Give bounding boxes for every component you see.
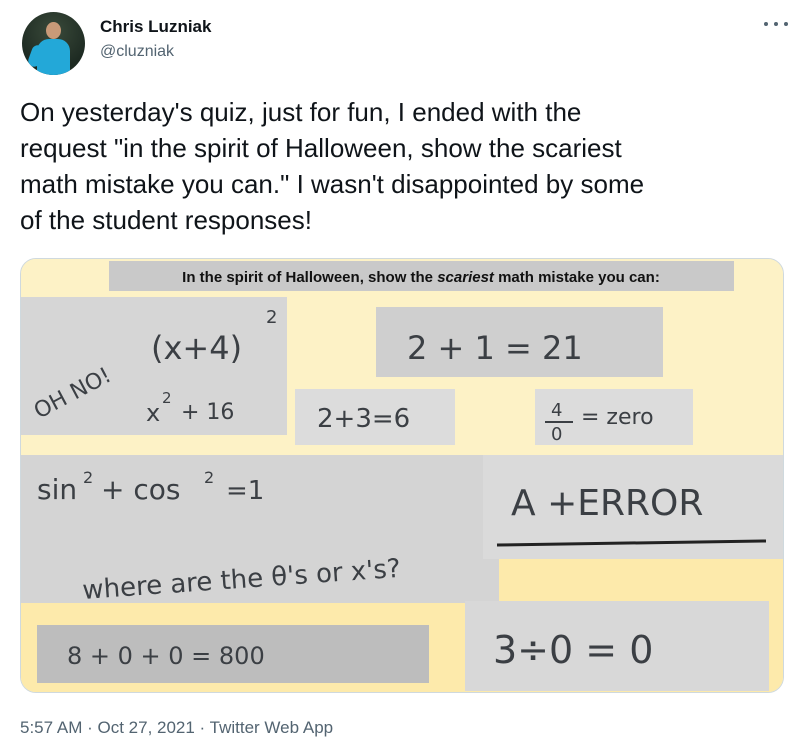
avatar-shirt <box>37 39 70 75</box>
footer-separator: · <box>82 718 98 737</box>
tweet: Chris Luzniak @cluzniak On yesterday's q… <box>0 0 806 754</box>
expansion-exponent: 2 <box>162 389 172 407</box>
two-plus-one-text: 2 + 1 = 21 <box>407 329 583 367</box>
tweet-footer: 5:57 AM · Oct 27, 2021 · Twitter Web App <box>20 718 333 738</box>
trig-cos: + cos <box>101 473 180 506</box>
expansion-base: x <box>146 399 160 427</box>
avatar[interactable] <box>22 12 85 75</box>
fraction-numerator: 4 <box>551 400 562 421</box>
more-dot <box>784 22 788 26</box>
a-error-text: A +ERROR <box>511 483 703 524</box>
trig-sin-exponent: 2 <box>83 468 93 487</box>
footer-separator: · <box>194 718 210 737</box>
trig-sin: sin <box>37 473 77 506</box>
trig-equals: =1 <box>226 476 264 506</box>
two-plus-three-text: 2+3=6 <box>317 404 410 434</box>
tweet-source[interactable]: Twitter Web App <box>210 718 333 737</box>
tweet-header: Chris Luzniak @cluzniak <box>20 8 790 76</box>
expansion-rest: + 16 <box>181 400 234 425</box>
zero-text: = zero <box>581 405 654 430</box>
binomial-text: (x+4) <box>151 329 242 367</box>
more-dot <box>764 22 768 26</box>
three-div-zero-text: 3÷0 = 0 <box>493 628 653 672</box>
trig-cos-exponent: 2 <box>204 468 214 487</box>
more-dot <box>774 22 778 26</box>
author-name[interactable]: Chris Luzniak <box>100 17 211 37</box>
binomial-exponent: 2 <box>266 307 277 328</box>
avatar-head <box>46 22 61 39</box>
prompt-text: In the spirit of Halloween, show the sca… <box>182 269 660 286</box>
tweet-time[interactable]: 5:57 AM <box>20 718 82 737</box>
eight-hundred-text: 8 + 0 + 0 = 800 <box>67 642 265 670</box>
tweet-image[interactable]: In the spirit of Halloween, show the sca… <box>20 258 784 693</box>
author-handle[interactable]: @cluzniak <box>100 43 174 61</box>
quiz-collage: In the spirit of Halloween, show the sca… <box>21 259 783 692</box>
tweet-date[interactable]: Oct 27, 2021 <box>97 718 194 737</box>
fraction-denominator: 0 <box>551 424 562 445</box>
more-horizontal-icon[interactable] <box>764 16 788 32</box>
tweet-text: On yesterday's quiz, just for fun, I end… <box>20 97 645 235</box>
